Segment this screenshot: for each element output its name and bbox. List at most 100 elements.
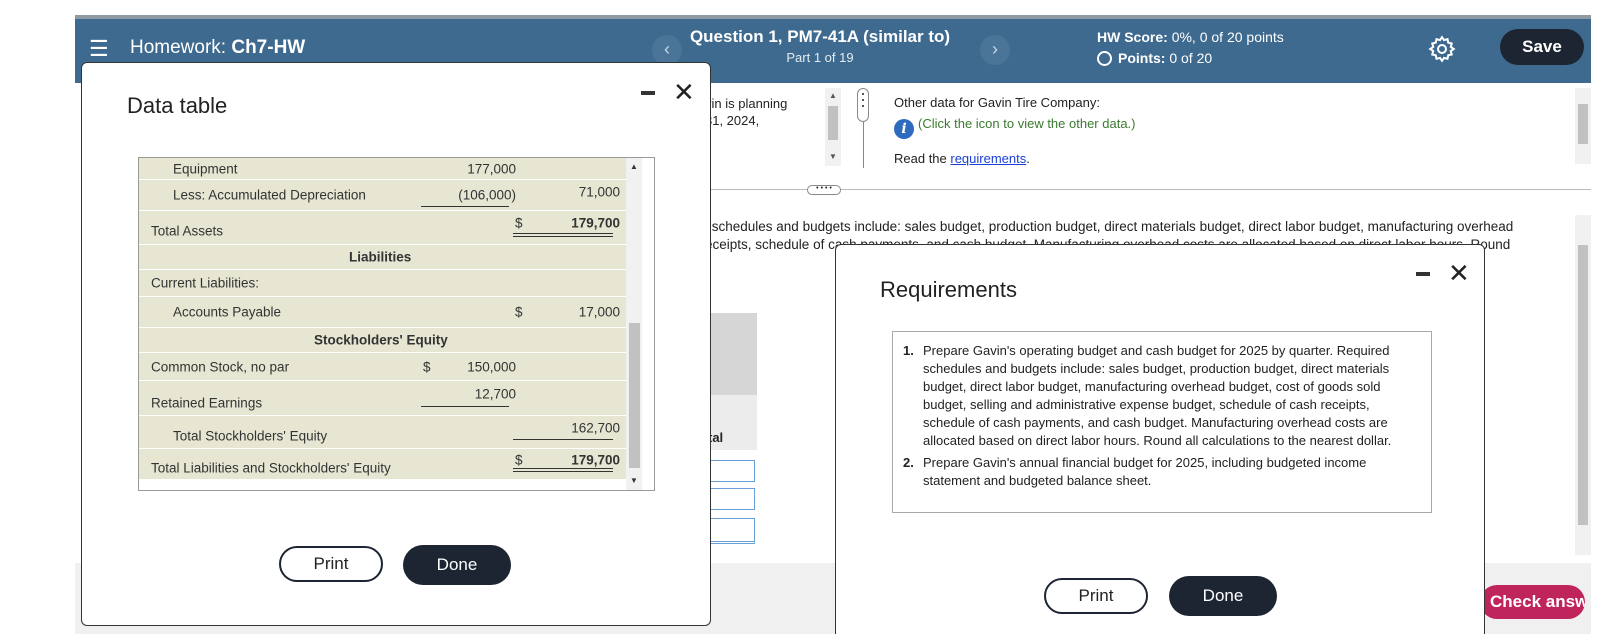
scrollbar-thumb[interactable] xyxy=(828,106,838,140)
requirement-text: Prepare Gavin's operating budget and cas… xyxy=(923,343,1392,448)
table-row: Retained Earnings 12,700 xyxy=(139,381,626,415)
horizontal-splitter-handle[interactable]: • • • • xyxy=(807,185,841,195)
table-row: Total Assets $ 179,700 xyxy=(139,211,626,244)
homework-name: Ch7-HW xyxy=(231,37,306,58)
points: Points: 0 of 20 xyxy=(1097,50,1212,66)
data-table-dialog: Data table ✕ Equipment 177,000 Less: Acc… xyxy=(81,62,711,626)
requirement-text: Prepare Gavin's annual financial budget … xyxy=(923,455,1367,488)
hamburger-menu-icon[interactable]: ☰ xyxy=(89,38,109,60)
scrollbar-thumb[interactable] xyxy=(1578,104,1588,144)
dollar-sign: $ xyxy=(423,359,431,374)
cell-value: 177,000 xyxy=(467,161,516,176)
table-row: Current Liabilities: xyxy=(139,270,626,296)
close-icon[interactable]: ✕ xyxy=(673,79,695,105)
answer-input[interactable] xyxy=(705,460,755,482)
cell-value: 17,000 xyxy=(578,304,620,320)
print-button[interactable]: Print xyxy=(1044,578,1148,614)
scroll-up-icon[interactable]: ▲ xyxy=(829,91,837,100)
requirement-item: 1. Prepare Gavin's operating budget and … xyxy=(903,342,1421,450)
underline xyxy=(421,406,509,407)
cell-value: (106,000) xyxy=(458,187,516,203)
section-header: Stockholders' Equity xyxy=(314,332,448,348)
scroll-down-icon[interactable]: ▼ xyxy=(829,152,837,161)
answer-input[interactable] xyxy=(705,518,755,544)
right-scrollbar-top[interactable] xyxy=(1575,88,1591,164)
scroll-up-icon[interactable]: ▲ xyxy=(630,162,638,171)
table-row: Accounts Payable $ 17,000 xyxy=(139,297,626,327)
right-scrollbar-bottom[interactable] xyxy=(1575,215,1591,555)
cell-value: 179,700 xyxy=(571,452,620,467)
done-button[interactable]: Done xyxy=(1169,576,1277,616)
table-row: Stockholders' Equity xyxy=(139,328,626,352)
points-value: 0 of 20 xyxy=(1169,50,1213,66)
schedules-line-1: l schedules and budgets include: sales b… xyxy=(705,219,1514,234)
row-label: Total Assets xyxy=(151,223,224,239)
question-title: Question 1, PM7-41A (similar to) xyxy=(689,27,951,46)
question-text-line-2: 31, 2024, xyxy=(705,113,760,128)
scrollbar-thumb[interactable] xyxy=(1578,245,1588,525)
table-scrollbar[interactable]: ▲ ▼ xyxy=(626,158,642,490)
answer-table-header xyxy=(705,313,757,395)
gear-icon[interactable] xyxy=(1427,34,1457,64)
row-label: Less: Accumulated Depreciation xyxy=(173,187,366,203)
dollar-sign: $ xyxy=(515,452,523,467)
cell-value: 179,700 xyxy=(571,215,620,231)
question-scrollbar[interactable]: ▲ ▼ xyxy=(825,88,841,166)
period: . xyxy=(1026,151,1030,166)
scroll-down-icon[interactable]: ▼ xyxy=(630,476,638,485)
cell-value: 162,700 xyxy=(571,420,620,436)
hw-score: HW Score: 0%, 0 of 20 points xyxy=(1097,29,1284,45)
vertical-splitter-handle[interactable] xyxy=(857,88,869,122)
question-part: Part 1 of 19 xyxy=(786,50,854,65)
done-button[interactable]: Done xyxy=(403,545,511,585)
cell-value: 12,700 xyxy=(474,386,516,402)
other-data-label: Other data for Gavin Tire Company: xyxy=(894,95,1100,110)
homework-prefix: Homework: xyxy=(130,37,227,58)
next-question-button[interactable]: › xyxy=(980,35,1010,65)
underline xyxy=(421,206,509,207)
print-button[interactable]: Print xyxy=(279,546,383,582)
dialog-title: Data table xyxy=(127,93,228,118)
vertical-splitter-line xyxy=(863,122,864,168)
minimize-icon[interactable] xyxy=(1416,272,1430,276)
row-label: Common Stock, no par xyxy=(151,359,290,374)
points-radio-icon xyxy=(1097,51,1112,66)
row-label: Retained Earnings xyxy=(151,395,263,411)
requirement-number: 1. xyxy=(903,343,914,358)
requirement-number: 2. xyxy=(903,455,914,470)
read-requirements: Read the requirements. xyxy=(894,151,1030,166)
balance-sheet-table: Equipment 177,000 Less: Accumulated Depr… xyxy=(138,157,655,491)
hw-score-value: 0%, 0 of 20 points xyxy=(1171,29,1284,45)
row-label: Accounts Payable xyxy=(173,304,282,320)
scrollbar-thumb[interactable] xyxy=(629,323,640,468)
question-text-line-1: vin is planning xyxy=(705,96,788,111)
hw-score-label: HW Score: xyxy=(1097,29,1168,45)
cell-value: 150,000 xyxy=(467,359,516,374)
double-underline xyxy=(513,468,613,472)
other-data-info[interactable]: i (Click the icon to view the other data.… xyxy=(894,116,1136,139)
close-icon[interactable]: ✕ xyxy=(1448,260,1470,286)
table-row: Total Stockholders' Equity 162,700 xyxy=(139,416,626,448)
table-row: Common Stock, no par $ 150,000 xyxy=(139,353,626,380)
read-the-text: Read the xyxy=(894,151,951,166)
row-label: Current Liabilities: xyxy=(151,275,260,291)
row-label: Total Stockholders' Equity xyxy=(173,428,328,444)
info-icon[interactable]: i xyxy=(894,119,914,139)
cell-value: 71,000 xyxy=(578,184,620,200)
answer-input[interactable] xyxy=(705,488,755,510)
requirements-dialog: Requirements ✕ 1. Prepare Gavin's operat… xyxy=(835,244,1485,634)
requirements-link[interactable]: requirements xyxy=(950,151,1026,166)
table-row: Equipment 177,000 xyxy=(139,158,626,179)
dialog-title: Requirements xyxy=(880,277,1017,302)
check-answer-button[interactable]: Check answer xyxy=(1480,585,1585,619)
click-icon-text: (Click the icon to view the other data.) xyxy=(918,116,1136,131)
save-button[interactable]: Save xyxy=(1500,29,1584,65)
dollar-sign: $ xyxy=(515,215,523,231)
section-header: Liabilities xyxy=(349,249,412,265)
row-label: Equipment xyxy=(173,161,238,176)
table-row: Liabilities xyxy=(139,245,626,269)
homework-title: Homework: Ch7-HW xyxy=(130,37,305,59)
question-text-fragment: vin is planning 31, 2024, xyxy=(705,95,787,129)
minimize-icon[interactable] xyxy=(641,91,655,95)
double-underline xyxy=(513,233,613,237)
